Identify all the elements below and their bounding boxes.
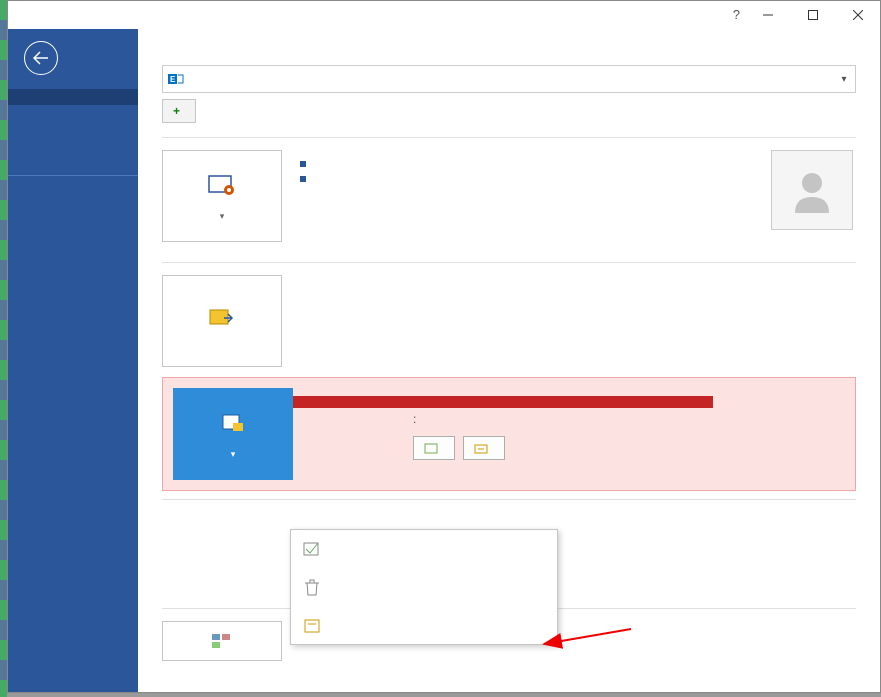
sidebar-item-office-account[interactable] — [8, 182, 138, 198]
chevron-down-icon: ▾ — [231, 449, 236, 460]
sidebar-item-open-export[interactable] — [8, 105, 138, 121]
outlook-window: ? — [7, 0, 881, 693]
auto-replies-tile[interactable] — [162, 275, 282, 367]
sidebar-divider — [8, 175, 138, 176]
cleanup-mailbox-item[interactable] — [291, 530, 557, 568]
account-settings-icon — [206, 171, 238, 199]
external-edge — [0, 0, 7, 697]
exchange-icon: E — [163, 66, 189, 92]
section-heading: XXXXXXX — [290, 512, 856, 530]
auto-replies-icon — [206, 304, 238, 332]
tools-tile[interactable]: ▾ — [173, 388, 293, 480]
account-settings-tile[interactable]: ▾ — [162, 150, 282, 242]
sidebar-item-exit[interactable] — [8, 230, 138, 246]
annotation-arrow — [536, 624, 636, 664]
chevron-down-icon: ▾ — [833, 74, 855, 85]
add-account-button[interactable]: + — [162, 99, 196, 123]
svg-text:E: E — [170, 75, 176, 84]
trash-icon — [301, 576, 323, 598]
addins-icon — [206, 627, 238, 655]
main-content: E ▾ + ▾ — [138, 29, 880, 692]
sidebar-item-info[interactable] — [8, 89, 138, 105]
window-title — [421, 8, 468, 22]
chevron-down-icon: ▾ — [220, 211, 225, 222]
close-button[interactable] — [835, 1, 880, 29]
mailbox-settings-section: ▾ : — [162, 377, 856, 491]
empty-deleted-item[interactable] — [291, 568, 557, 606]
archive-icon — [474, 441, 488, 455]
help-icon[interactable]: ? — [733, 7, 740, 22]
titlebar: ? — [8, 1, 880, 29]
maximize-button[interactable] — [790, 1, 835, 29]
bullet-icon — [300, 176, 306, 182]
sidebar-item-options[interactable] — [8, 214, 138, 230]
back-button[interactable] — [24, 41, 58, 75]
com-addins-tile[interactable] — [162, 621, 282, 661]
folder-icon — [424, 441, 438, 455]
sidebar-item-save-as[interactable] — [8, 121, 138, 137]
archive-old-button[interactable] — [463, 436, 505, 460]
archive-icon — [301, 614, 323, 636]
profile-avatar — [771, 150, 853, 230]
sidebar-item-feedback[interactable] — [8, 198, 138, 214]
sidebar-item-save-attachments — [8, 137, 138, 153]
bullet-icon — [300, 161, 306, 167]
sidebar-item-print[interactable] — [8, 153, 138, 169]
minimize-button[interactable] — [745, 1, 790, 29]
account-selector[interactable]: E ▾ — [162, 65, 856, 93]
quota-bar — [293, 396, 713, 408]
tools-dropdown — [290, 529, 558, 645]
cleanup-icon — [301, 538, 323, 560]
plus-icon: + — [173, 104, 180, 118]
tools-icon — [217, 409, 249, 437]
backstage-sidebar — [8, 29, 138, 692]
archive-old-item[interactable] — [291, 606, 557, 644]
cleanup-button-partial[interactable] — [413, 436, 455, 460]
